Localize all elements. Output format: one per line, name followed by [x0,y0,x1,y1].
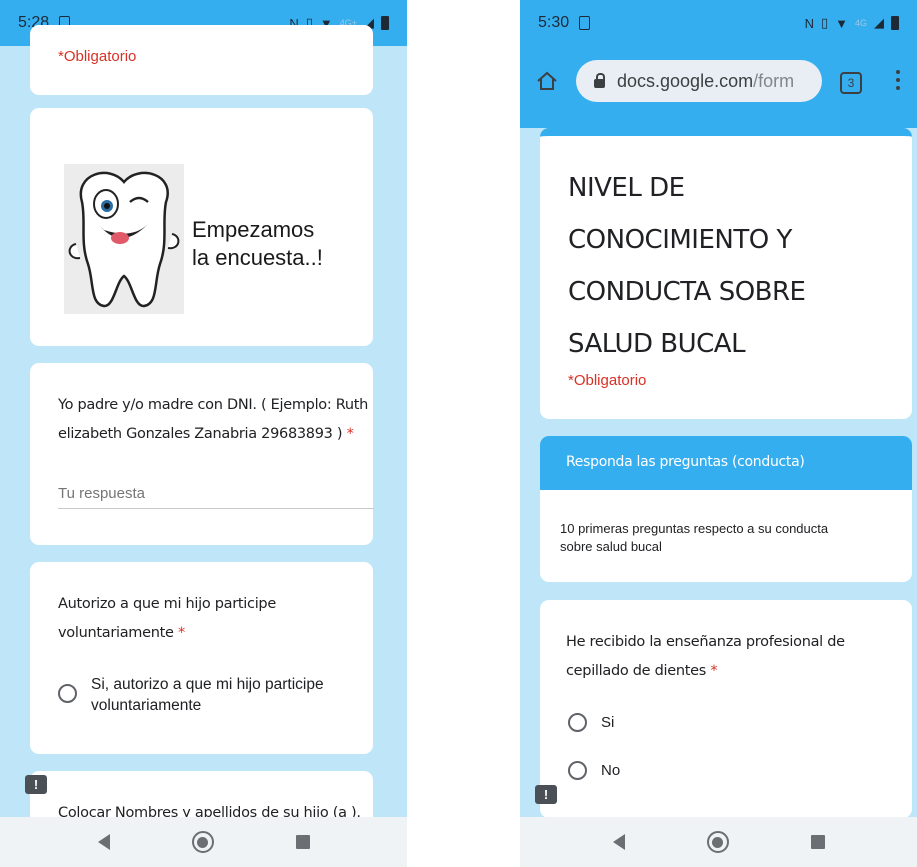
feedback-icon[interactable]: ! [25,775,47,794]
back-icon[interactable] [612,834,625,850]
question-line-2: cepillado de dientes * [566,657,845,686]
back-icon[interactable] [97,834,110,850]
section-description-line-2: sobre salud bucal [560,539,662,554]
question-text: Yo padre y/o madre con DNI. ( Ejemplo: R… [58,391,368,449]
notification-icon [579,16,591,30]
question-card-authorization: Autorizo a que mi hijo participe volunta… [30,562,373,754]
form-title-card: NIVEL DE CONOCIMIENTO Y CONDUCTA SOBRE S… [540,128,912,419]
radio-button[interactable] [568,713,587,732]
dni-answer-input[interactable] [58,478,374,509]
form-header-card: *Obligatorio [30,25,373,95]
question-line-2-text: voluntariamente [58,625,174,641]
option-label-line-2: voluntariamente [91,697,202,714]
nfc-icon: N [804,15,814,31]
status-icons: N ▯ ▼ 4G ◢ [805,15,899,31]
required-note: *Obligatorio [568,372,647,389]
image-card: Empezamos la encuesta..! [30,108,373,346]
url-domain: docs.google.com [617,70,754,91]
question-text: Autorizo a que mi hijo participe volunta… [58,590,276,648]
home-icon[interactable] [536,70,558,92]
option-label: No [601,762,621,779]
question-line-2-text: cepillado de dientes [566,663,706,679]
question-line-1: Yo padre y/o madre con DNI. ( Ejemplo: R… [58,397,369,413]
lock-icon [594,72,605,88]
option-label-line-1: Si, autorizo a que mi hijo participe [91,676,324,693]
image-caption-line-1: Empezamos [192,217,315,242]
right-phone-screen: 5:30 N ▯ ▼ 4G ◢ docs.google.com/form 3 N… [520,0,917,867]
required-note: *Obligatorio [58,48,137,65]
required-asterisk: * [346,426,354,442]
status-time: 5:30 [538,14,570,31]
image-caption: Empezamos la encuesta..! [192,216,323,272]
battery-icon [891,16,899,30]
required-asterisk: * [177,625,185,641]
question-text: He recibido la enseñanza profesional de … [566,628,845,686]
question-card-dni: Yo padre y/o madre con DNI. ( Ejemplo: R… [30,363,374,545]
question-line-2: voluntariamente * [58,619,276,648]
left-phone-screen: 5:28 N ▯ ▼ 4G+ ◢ *Obligatorio Empezamos … [0,0,407,867]
option-label: Si, autorizo a que mi hijo participe vol… [91,674,324,716]
form-title-line-3: CONDUCTA SOBRE [568,277,806,307]
feedback-icon[interactable]: ! [535,785,557,804]
recents-icon[interactable] [295,835,310,849]
question-line-2: elizabeth Gonzales Zanabria 29683893 ) * [58,420,368,449]
browser-toolbar: docs.google.com/form 3 [520,46,917,128]
tabs-icon[interactable]: 3 [840,72,862,94]
section-card: Responda las preguntas (conducta) 10 pri… [540,436,912,582]
option-si[interactable]: Si [568,713,614,732]
required-asterisk: * [710,663,718,679]
radio-button[interactable] [568,761,587,780]
status-bar: 5:30 N ▯ ▼ 4G ◢ [520,0,917,46]
option-authorize[interactable]: Si, autorizo a que mi hijo participe vol… [58,674,324,716]
form-title-line-1: NIVEL DE [568,173,685,203]
form-title-line-4: SALUD BUCAL [568,329,746,359]
url-path: /form [753,70,795,91]
form-title: NIVEL DE CONOCIMIENTO Y CONDUCTA SOBRE S… [568,162,806,370]
section-description-line-1: 10 primeras preguntas respecto a su cond… [560,521,829,536]
section-title: Responda las preguntas (conducta) [566,454,805,470]
question-card-brushing: He recibido la enseñanza profesional de … [540,600,912,818]
wifi-icon: ▼ [835,15,848,31]
option-label: Si [601,714,615,731]
section-header: Responda las preguntas (conducta) [540,436,912,490]
recents-icon[interactable] [810,835,825,849]
navigation-bar [0,817,407,867]
home-nav-icon[interactable] [191,831,214,853]
question-line-1: Autorizo a que mi hijo participe [58,596,276,612]
question-line-1: He recibido la enseñanza profesional de [566,634,845,650]
network-type: 4G [854,18,867,28]
question-line-2-text: elizabeth Gonzales Zanabria 29683893 ) [58,426,343,442]
vibrate-icon: ▯ [820,15,829,30]
tooth-mascot [64,164,184,314]
signal-icon: ◢ [874,15,884,30]
form-title-line-2: CONOCIMIENTO Y [568,225,792,255]
battery-icon [381,16,389,30]
image-caption-line-2: la encuesta..! [192,245,323,270]
option-no[interactable]: No [568,761,620,780]
section-description: 10 primeras preguntas respecto a su cond… [560,520,828,556]
menu-icon[interactable] [896,70,900,90]
home-nav-icon[interactable] [706,831,729,853]
navigation-bar [520,817,917,867]
radio-button[interactable] [58,684,77,703]
address-bar[interactable]: docs.google.com/form [576,60,822,102]
